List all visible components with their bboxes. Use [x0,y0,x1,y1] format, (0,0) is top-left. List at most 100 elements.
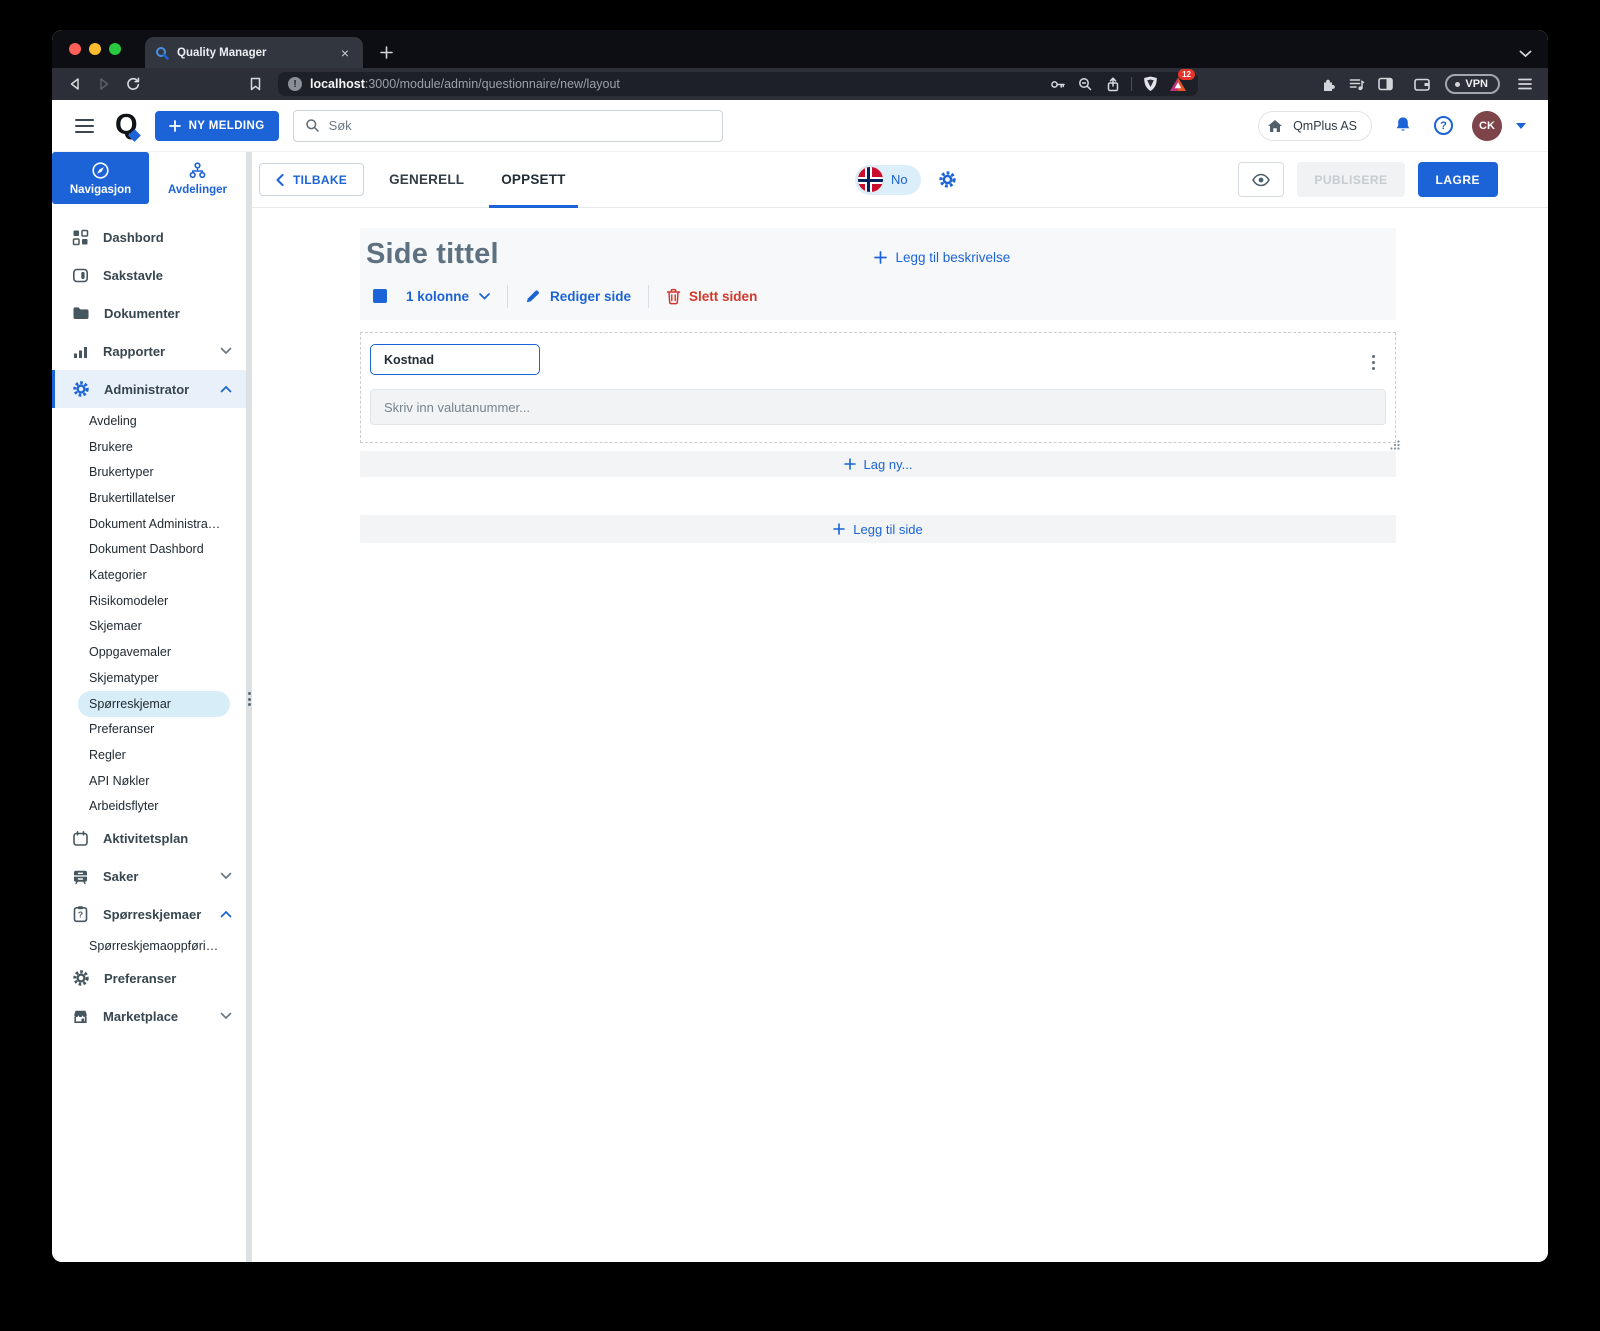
delete-page-button[interactable]: Slett siden [666,288,757,305]
sidebar-item-saker[interactable]: Saker [52,857,246,895]
sidebar-item-marketplace[interactable]: Marketplace [52,997,246,1035]
forward-icon[interactable] [94,74,114,94]
share-icon[interactable] [1103,74,1123,94]
site-info-icon[interactable]: ! [288,77,302,91]
tab-close-icon[interactable]: × [337,44,353,62]
brave-rewards-icon[interactable]: 12 [1168,74,1188,94]
pencil-icon [525,288,541,304]
avatar-initials: CK [1479,120,1495,132]
sidebar-subitem-brukere[interactable]: Brukere [52,434,246,460]
tab-favicon-icon [155,46,169,60]
tab-list-chevron-icon[interactable] [1519,50,1532,58]
sidebar-subitem-sporreskjemar[interactable]: Spørreskjemar [78,691,230,717]
preview-eye-button[interactable] [1238,162,1284,197]
brave-shield-icon[interactable] [1140,74,1160,94]
help-icon[interactable]: ? [1434,116,1453,135]
sidebar-subitem-oppgavemaler[interactable]: Oppgavemaler [52,639,246,665]
sidebar-tab-avdelinger[interactable]: Avdelinger [149,152,246,204]
resize-grip-icon[interactable] [1390,440,1400,450]
sidebar-item-rapporter[interactable]: Rapporter [52,332,246,370]
editor-toolbar: TILBAKE GENERELL OPPSETT No PUBLISERE [252,152,1548,208]
dashboard-grid-icon [72,229,89,246]
back-button[interactable]: TILBAKE [259,163,364,196]
question-label-input[interactable] [370,344,540,375]
app-logo[interactable]: Q [115,111,138,140]
sidebar-subitem-kategorier[interactable]: Kategorier [52,562,246,588]
page-title[interactable]: Side tittel [366,238,499,271]
back-label: TILBAKE [293,173,347,187]
organization-button[interactable]: QmPlus AS [1258,111,1372,141]
reload-icon[interactable] [123,74,143,94]
sidebar-subitem-brukertyper[interactable]: Brukertyper [52,459,246,485]
wallet-icon[interactable] [1412,74,1432,94]
settings-gear-icon[interactable] [938,170,957,189]
chevron-down-icon [220,1012,232,1020]
sidebar-resize-divider[interactable] [246,152,252,1262]
sidebar-subitem-api-nokler[interactable]: API Nøkler [52,768,246,794]
new-message-button[interactable]: NY MELDING [155,111,279,141]
language-selector[interactable]: No [855,165,921,195]
sidebar-subitem-skjematyper[interactable]: Skjematyper [52,665,246,691]
question-kebab-menu-icon[interactable] [1372,355,1375,370]
sidebar-subitem-risikomodeler[interactable]: Risikomodeler [52,588,246,614]
add-new-question-button[interactable]: Lag ny... [360,451,1396,477]
vpn-label: VPN [1465,78,1488,90]
divider-drag-handle-icon[interactable] [248,692,251,706]
search-box[interactable] [293,110,723,142]
app-menu-icon[interactable] [75,119,94,133]
column-selector[interactable]: 1 kolonne [373,289,490,304]
zoom-out-icon[interactable] [1075,74,1095,94]
sidebar-item-sakstavle[interactable]: Sakstavle [52,256,246,294]
compass-icon [91,161,110,180]
sidebar-item-dashbord[interactable]: Dashbord [52,218,246,256]
sidebar-item-sporreskjemaer[interactable]: ? Spørreskjemaer [52,895,246,933]
tab-generell[interactable]: GENERELL [377,152,476,208]
add-page-button[interactable]: Legg til side [360,515,1396,543]
sidebar-subitem-dokument-administra[interactable]: Dokument Administra… [52,511,246,537]
user-avatar[interactable]: CK [1472,111,1502,141]
minimize-window-button[interactable] [89,43,101,55]
saved-password-key-icon[interactable] [1047,74,1067,94]
question-value-input[interactable] [370,389,1386,425]
browser-nav-bar: ! localhost:3000/module/admin/questionna… [52,68,1548,100]
bookmark-icon[interactable] [245,74,265,94]
sidebar-toggle-icon[interactable] [1375,74,1395,94]
url-bar[interactable]: ! localhost:3000/module/admin/questionna… [278,72,1198,96]
close-window-button[interactable] [69,43,81,55]
save-button[interactable]: LAGRE [1418,162,1499,197]
sidebar-item-aktivitetsplan[interactable]: Aktivitetsplan [52,819,246,857]
sidebar-tab-label: Avdelinger [168,184,227,196]
logo-accent [128,129,141,142]
sidebar-tab-navigasjon[interactable]: Navigasjon [52,152,149,204]
edit-page-button[interactable]: Rediger side [525,288,631,304]
sidebar-subitem-skjemaer[interactable]: Skjemaer [52,614,246,640]
playlist-icon[interactable] [1346,74,1366,94]
vpn-button[interactable]: VPN [1445,74,1500,94]
sidebar-subitem-avdeling[interactable]: Avdeling [52,408,246,434]
app-header: Q NY MELDING QmPlus AS ? CK [52,100,1548,152]
sidebar-subitem-dokument-dashbord[interactable]: Dokument Dashbord [52,536,246,562]
add-description-link[interactable]: Legg til beskrivelse [499,250,1386,265]
search-input[interactable] [329,118,711,133]
maximize-window-button[interactable] [109,43,121,55]
sidebar-subitem-brukertillatelser[interactable]: Brukertillatelser [52,485,246,511]
tab-oppsett[interactable]: OPPSETT [489,152,577,208]
sidebar-subitem-arbeidsflyter[interactable]: Arbeidsflyter [52,794,246,820]
browser-menu-icon[interactable] [1515,74,1535,94]
sidebar-item-preferanser[interactable]: Preferanser [52,959,246,997]
tab-title: Quality Manager [177,47,329,59]
sidebar-subitem-preferanser[interactable]: Preferanser [52,717,246,743]
browser-tab[interactable]: Quality Manager × [145,37,363,68]
sidebar-item-dokumenter[interactable]: Dokumenter [52,294,246,332]
back-icon[interactable] [65,74,85,94]
account-chevron-down-icon[interactable] [1516,123,1526,129]
notifications-bell-icon[interactable] [1393,115,1413,136]
question-card[interactable] [360,332,1396,443]
new-tab-button[interactable] [379,45,394,60]
sidebar-subitem-sporreskjemaoppforing[interactable]: Spørreskjemaoppføri… [52,933,246,959]
sidebar-item-administrator[interactable]: Administrator [52,370,246,408]
sidebar-subitem-regler[interactable]: Regler [52,742,246,768]
extensions-puzzle-icon[interactable] [1317,74,1337,94]
publish-button[interactable]: PUBLISERE [1297,162,1404,197]
url-host: localhost [310,77,365,91]
